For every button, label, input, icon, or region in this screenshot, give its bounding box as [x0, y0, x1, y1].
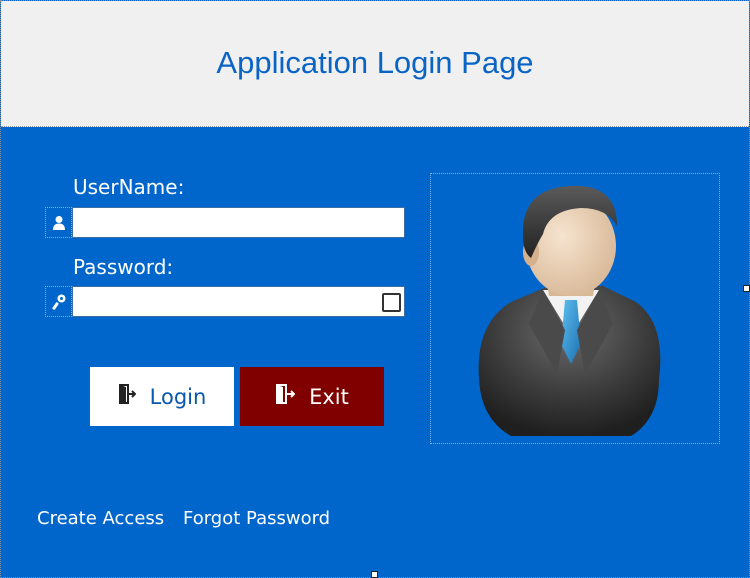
login-window: Application Login Page UserName: Passwor…: [0, 0, 750, 578]
businessman-avatar: [478, 185, 661, 436]
username-input[interactable]: [72, 207, 405, 238]
exit-button[interactable]: Exit: [240, 367, 384, 426]
show-password-checkbox[interactable]: [382, 293, 401, 312]
password-label: Password:: [73, 255, 174, 279]
door-exit-icon: [275, 384, 296, 409]
forgot-password-link[interactable]: Forgot Password: [183, 508, 330, 529]
create-access-link[interactable]: Create Access: [37, 508, 164, 529]
username-label: UserName:: [73, 175, 185, 199]
key-icon: [45, 286, 72, 317]
door-enter-icon: [118, 384, 137, 409]
resize-handle-bottom[interactable]: [371, 571, 378, 578]
avatar-picture-box: [430, 173, 720, 444]
password-input[interactable]: [72, 286, 405, 317]
exit-button-label: Exit: [309, 384, 349, 409]
user-icon: [45, 207, 72, 238]
resize-handle-right[interactable]: [743, 285, 750, 292]
login-button[interactable]: Login: [90, 367, 234, 426]
login-button-label: Login: [149, 384, 207, 409]
header-bar: Application Login Page: [1, 1, 749, 127]
page-title: Application Login Page: [216, 45, 534, 80]
